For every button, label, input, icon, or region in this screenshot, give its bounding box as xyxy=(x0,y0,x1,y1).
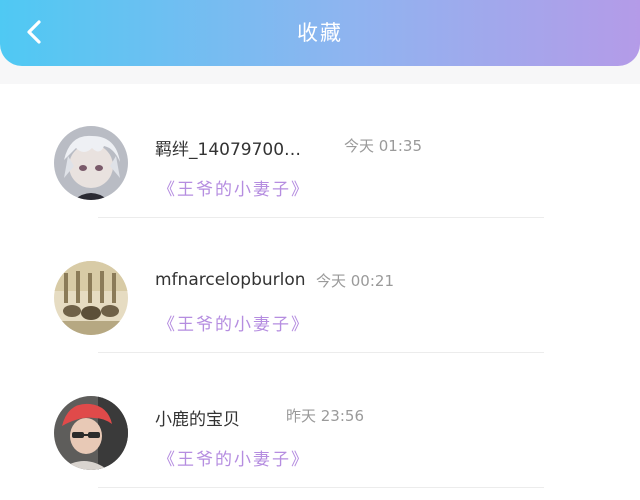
book-title-link[interactable]: 《王爷的小妻子》 xyxy=(158,175,310,200)
vintage-photo-avatar-image xyxy=(54,261,128,335)
divider xyxy=(98,217,544,218)
divider xyxy=(98,487,544,488)
favorite-item[interactable]: 小鹿的宝贝 昨天 23:56 《王爷的小妻子》 xyxy=(0,354,640,489)
timestamp: 昨天 23:56 xyxy=(286,407,364,425)
anime-character-avatar-image xyxy=(54,126,128,200)
page-title: 收藏 xyxy=(297,21,343,45)
book-title-link[interactable]: 《王爷的小妻子》 xyxy=(158,310,310,335)
username: 羁绊_14079700… xyxy=(155,140,302,160)
book-title-link[interactable]: 《王爷的小妻子》 xyxy=(158,445,310,470)
username: 小鹿的宝贝 xyxy=(155,410,240,430)
favorite-item[interactable]: mfnarcelopburlon 今天 00:21 《王爷的小妻子》 xyxy=(0,219,640,354)
favorites-list: 羁绊_14079700… 今天 01:35 《王爷的小妻子》 mfnarcelo… xyxy=(0,84,640,500)
red-hair-person-avatar-image xyxy=(54,396,128,470)
top-bar: 收藏 xyxy=(0,0,640,66)
timestamp: 今天 01:35 xyxy=(344,137,422,155)
avatar[interactable] xyxy=(54,261,128,335)
avatar[interactable] xyxy=(54,396,128,470)
avatar[interactable] xyxy=(54,126,128,200)
divider xyxy=(98,352,544,353)
favorite-item[interactable]: 羁绊_14079700… 今天 01:35 《王爷的小妻子》 xyxy=(0,84,640,219)
username: mfnarcelopburlon xyxy=(155,270,306,290)
timestamp: 今天 00:21 xyxy=(316,272,394,290)
